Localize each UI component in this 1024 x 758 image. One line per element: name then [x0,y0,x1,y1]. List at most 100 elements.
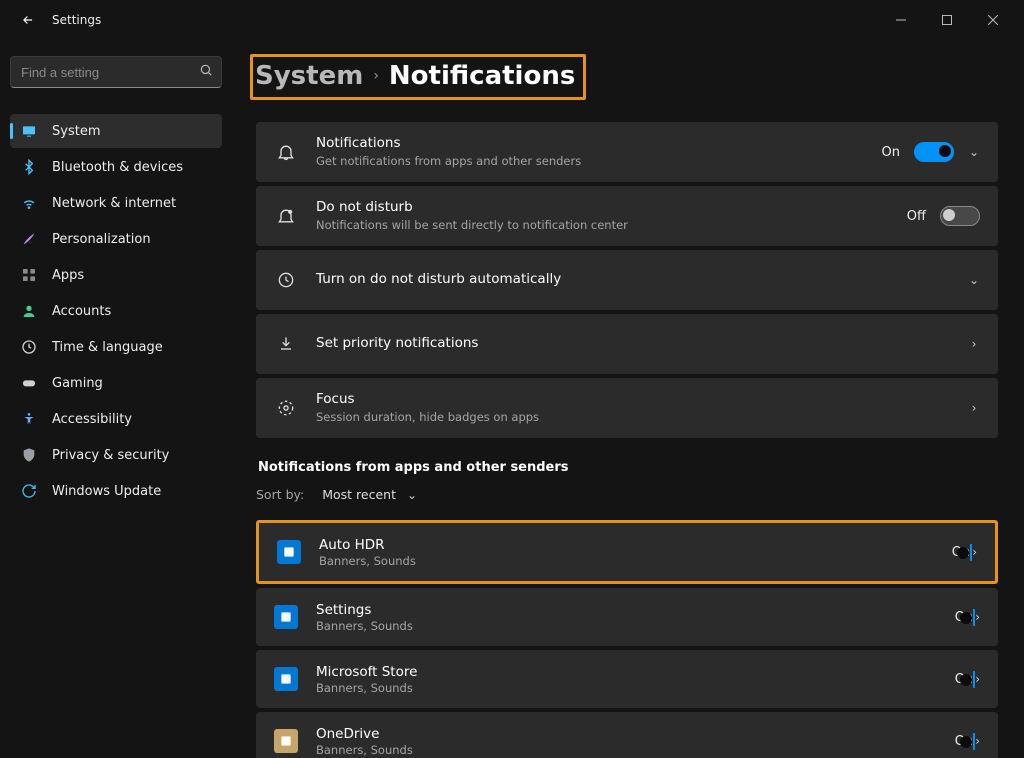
chevron-right-icon[interactable]: › [972,545,977,559]
card-notifications[interactable]: Notifications Get notifications from app… [256,122,998,182]
app-notification-list: Auto HDRBanners, SoundsOn›SettingsBanner… [256,520,998,758]
maximize-button[interactable] [924,4,970,36]
app-toggle[interactable] [970,544,972,561]
breadcrumb-highlight: System › Notifications [250,54,586,100]
sidebar-item-personalization[interactable]: Personalization [10,222,222,256]
card-title: Focus [316,391,968,409]
sidebar: System Bluetooth & devices Network & inter… [0,40,232,758]
highlighted-app-row: Auto HDRBanners, SoundsOn› [256,520,998,584]
access-icon [20,410,38,428]
app-title: OneDrive [316,726,955,742]
section-heading: Notifications from apps and other sender… [258,460,998,475]
app-subtitle: Banners, Sounds [316,681,955,695]
sidebar-item-bluetooth-devices[interactable]: Bluetooth & devices [10,150,222,184]
sidebar-item-label: Windows Update [52,484,161,499]
moon-bell-icon [274,204,298,228]
app-subtitle: Banners, Sounds [316,619,955,633]
toggle-state-label: Off [907,209,926,224]
card-priority-notifications[interactable]: Set priority notifications › [256,314,998,374]
card-title: Notifications [316,135,882,153]
card-subtitle: Notifications will be sent directly to n… [316,218,907,233]
app-title: Settings [316,602,955,618]
titlebar: Settings [0,0,1024,40]
sidebar-item-windows-update[interactable]: Windows Update [10,474,222,508]
sidebar-item-label: Privacy & security [52,448,169,463]
app-row-auto-hdr[interactable]: Auto HDRBanners, SoundsOn› [259,523,995,581]
chevron-down-icon[interactable]: ⌄ [968,273,980,287]
sidebar-item-system[interactable]: System [10,114,222,148]
wifi-icon [20,194,38,212]
sidebar-item-accounts[interactable]: Accounts [10,294,222,328]
breadcrumb-current: Notifications [389,61,575,91]
search-input[interactable] [19,64,199,81]
sidebar-item-label: Apps [52,268,84,283]
window-controls [878,4,1016,36]
sort-label: Sort by: [256,487,304,502]
app-title: Microsoft Store [316,664,955,680]
sidebar-item-label: Accounts [52,304,111,319]
card-focus[interactable]: Focus Session duration, hide badges on a… [256,378,998,438]
bluetooth-icon [20,158,38,176]
app-icon [274,605,298,629]
card-subtitle: Session duration, hide badges on apps [316,410,968,425]
sidebar-item-network-internet[interactable]: Network & internet [10,186,222,220]
search-box[interactable] [10,56,222,88]
chevron-right-icon[interactable]: › [975,734,980,748]
sort-dropdown[interactable]: Most recent ⌄ [314,483,426,506]
app-toggle[interactable] [973,733,975,750]
sidebar-item-privacy-security[interactable]: Privacy & security [10,438,222,472]
app-row-microsoft-store[interactable]: Microsoft StoreBanners, SoundsOn› [256,650,998,708]
main-panel: System › Notifications Notifications Get… [232,40,1024,758]
display-icon [20,122,38,140]
app-row-settings[interactable]: SettingsBanners, SoundsOn› [256,588,998,646]
apps-icon [20,266,38,284]
card-title: Turn on do not disturb automatically [316,271,968,289]
card-auto-dnd[interactable]: Turn on do not disturb automatically ⌄ [256,250,998,310]
shield-icon [20,446,38,464]
app-icon [274,667,298,691]
sidebar-item-label: Accessibility [52,412,132,427]
breadcrumb-parent[interactable]: System [255,61,363,91]
app-toggle[interactable] [973,609,975,626]
card-do-not-disturb[interactable]: Do not disturb Notifications will be sen… [256,186,998,246]
sidebar-item-gaming[interactable]: Gaming [10,366,222,400]
chevron-right-icon[interactable]: › [975,672,980,686]
close-button[interactable] [970,4,1016,36]
sidebar-item-label: System [52,124,100,139]
chevron-right-icon[interactable]: › [968,401,980,415]
sidebar-nav: System Bluetooth & devices Network & inter… [10,114,222,508]
sidebar-item-apps[interactable]: Apps [10,258,222,292]
card-title: Set priority notifications [316,335,968,353]
chevron-right-icon: › [373,68,379,84]
focus-icon [274,396,298,420]
notifications-toggle[interactable] [914,142,954,162]
breadcrumb: System › Notifications [256,54,998,100]
brush-icon [20,230,38,248]
toggle-state-label: On [882,145,900,160]
app-icon [274,729,298,753]
dnd-toggle[interactable] [940,206,980,226]
chevron-right-icon[interactable]: › [975,610,980,624]
app-toggle[interactable] [973,671,975,688]
clock-power-icon [274,268,298,292]
update-icon [20,482,38,500]
sidebar-item-accessibility[interactable]: Accessibility [10,402,222,436]
clock-icon [20,338,38,356]
minimize-button[interactable] [878,4,924,36]
person-icon [20,302,38,320]
back-button[interactable] [12,4,44,36]
card-title: Do not disturb [316,199,907,217]
sidebar-item-label: Network & internet [52,196,176,211]
sidebar-item-label: Personalization [52,232,151,247]
search-icon [199,63,213,81]
sidebar-item-label: Bluetooth & devices [52,160,183,175]
chevron-down-icon: ⌄ [406,488,418,502]
chevron-down-icon[interactable]: ⌄ [968,145,980,159]
app-row-onedrive[interactable]: OneDriveBanners, SoundsOn› [256,712,998,758]
sidebar-item-time-language[interactable]: Time & language [10,330,222,364]
app-icon [277,540,301,564]
app-subtitle: Banners, Sounds [319,554,952,568]
chevron-right-icon[interactable]: › [968,337,980,351]
gamepad-icon [20,374,38,392]
sort-value: Most recent [322,487,396,502]
